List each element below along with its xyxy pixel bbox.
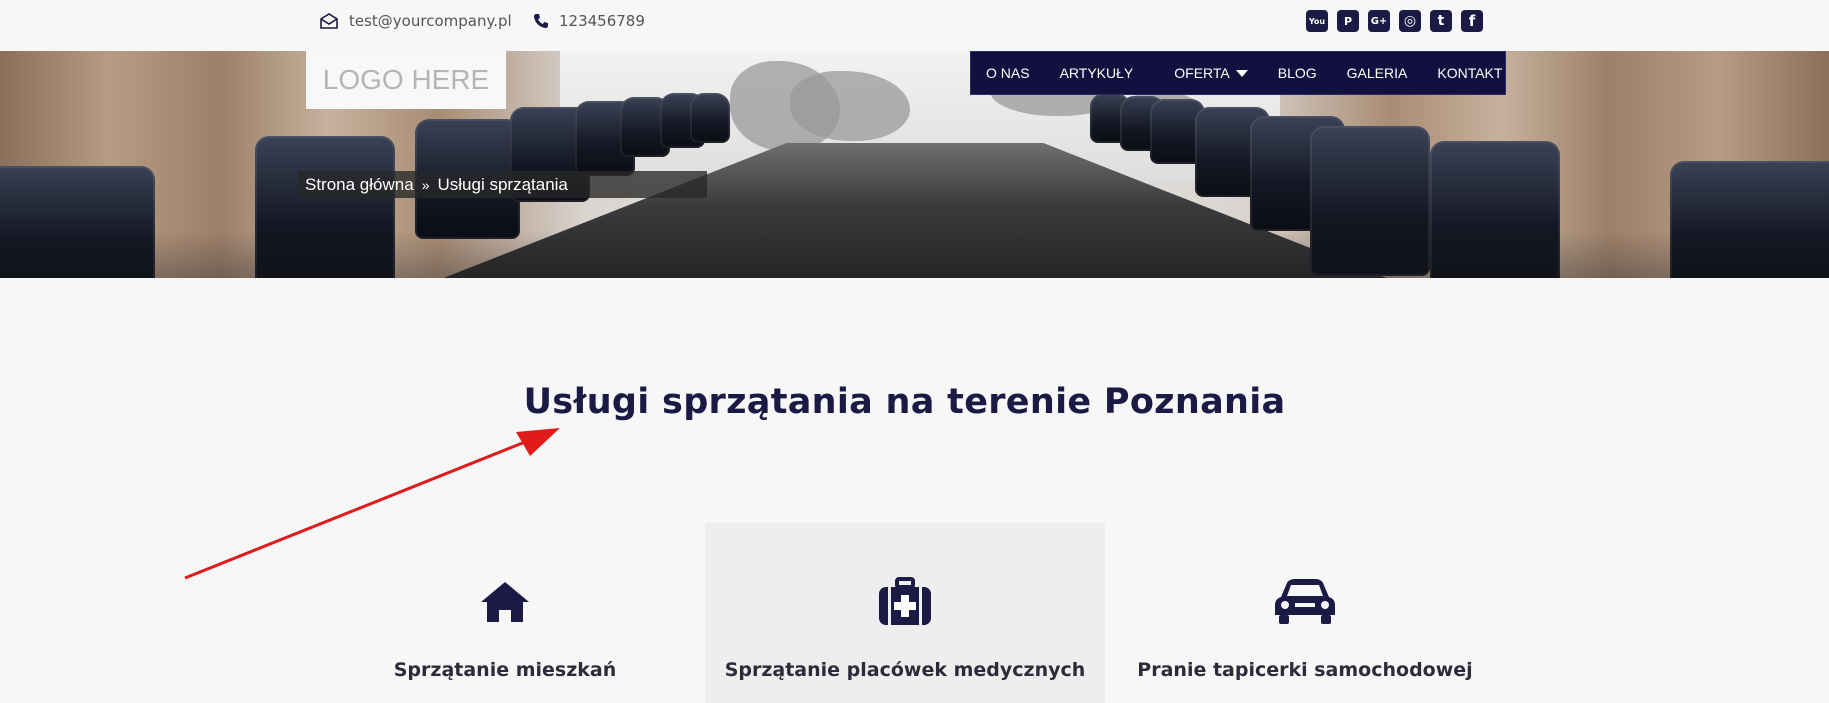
service-label: Pranie tapicerki samochodowej <box>1137 659 1473 681</box>
email-contact[interactable]: test@yourcompany.pl <box>319 12 512 30</box>
service-card-apartments[interactable]: Sprzątanie mieszkań <box>305 523 705 703</box>
top-bar: test@yourcompany.pl 123456789 You P G+ ◎… <box>0 0 1829 51</box>
nav-item-galeria[interactable]: GALERIA <box>1332 65 1423 81</box>
service-label: Sprzątanie placówek medycznych <box>724 659 1086 681</box>
main-nav: O NAS ARTYKUŁY OFERTA BLOG GALERIA KONTA… <box>970 51 1506 95</box>
social-icons: You P G+ ◎ t f <box>1306 10 1483 32</box>
google-plus-icon[interactable]: G+ <box>1368 10 1390 32</box>
nav-item-o-nas[interactable]: O NAS <box>971 65 1045 81</box>
page-title: Usługi sprzątania na terenie Poznania <box>523 382 1286 422</box>
youtube-icon[interactable]: You <box>1306 10 1328 32</box>
phone-icon <box>533 13 549 29</box>
site-logo[interactable]: LOGO HERE <box>306 51 506 109</box>
pinterest-icon[interactable]: P <box>1337 10 1359 32</box>
breadcrumb-home-link[interactable]: Strona główna <box>305 175 414 195</box>
breadcrumb: Strona główna » Usługi sprzątania <box>298 171 707 198</box>
car-icon <box>1273 577 1337 627</box>
house-icon <box>479 577 531 627</box>
chevron-down-icon <box>1235 69 1248 77</box>
medkit-icon <box>877 577 933 627</box>
envelope-icon <box>319 12 339 30</box>
service-label: Sprzątanie mieszkań <box>393 659 617 681</box>
email-text[interactable]: test@yourcompany.pl <box>349 12 512 30</box>
breadcrumb-current: Usługi sprzątania <box>437 174 568 194</box>
hero-banner: Strona główna » Usługi sprzątania <box>0 51 1829 278</box>
phone-text[interactable]: 123456789 <box>559 12 645 30</box>
nav-item-oferta[interactable]: OFERTA <box>1148 65 1263 81</box>
instagram-icon[interactable]: ◎ <box>1399 10 1421 32</box>
twitter-icon[interactable]: t <box>1430 10 1452 32</box>
nav-item-kontakt[interactable]: KONTAKT <box>1422 65 1517 81</box>
facebook-icon[interactable]: f <box>1461 10 1483 32</box>
service-card-car-upholstery[interactable]: Pranie tapicerki samochodowej <box>1105 523 1505 703</box>
nav-item-blog[interactable]: BLOG <box>1263 65 1332 81</box>
nav-item-artykuly[interactable]: ARTYKUŁY <box>1045 65 1149 81</box>
service-card-medical[interactable]: Sprzątanie placówek medycznych <box>705 523 1105 703</box>
breadcrumb-separator-icon: » <box>421 176 430 193</box>
phone-contact[interactable]: 123456789 <box>533 12 645 30</box>
